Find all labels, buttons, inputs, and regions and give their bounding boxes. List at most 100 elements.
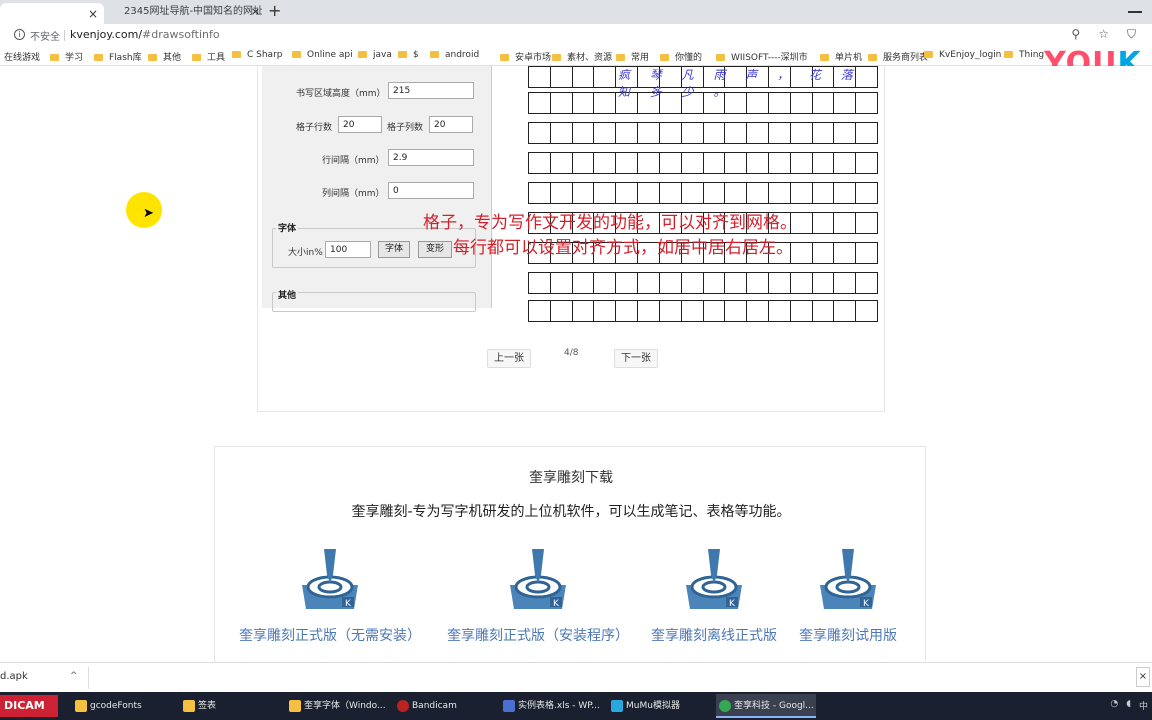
grid-cell xyxy=(615,301,637,321)
grid-cell xyxy=(746,273,768,293)
next-button[interactable]: 下一张 xyxy=(614,349,658,368)
engraver-icon[interactable]: K xyxy=(296,545,364,613)
folder-icon xyxy=(292,51,301,58)
grid-cell xyxy=(528,93,550,113)
taskbar-item[interactable]: MuMu模拟器 xyxy=(608,694,712,718)
download-link[interactable]: 奎享雕刻正式版（无需安装） xyxy=(239,625,421,645)
font-button[interactable]: 字体 xyxy=(378,241,410,258)
download-file-name[interactable]: d.apk xyxy=(0,671,28,682)
prev-button[interactable]: 上一张 xyxy=(487,349,531,368)
grid-cell xyxy=(615,153,637,173)
download-link[interactable]: 奎享雕刻正式版（安装程序） xyxy=(447,625,629,645)
taskbar-item-label: Bandicam xyxy=(412,701,457,711)
bookmark-item[interactable]: java xyxy=(358,50,392,60)
grid-cell xyxy=(637,273,659,293)
taskbar-item[interactable]: Bandicam xyxy=(394,694,496,718)
area-height-field[interactable]: 215 xyxy=(388,82,474,99)
bookmark-item[interactable]: 单片机 xyxy=(820,50,862,63)
bookmark-item[interactable]: 常用 xyxy=(616,50,649,63)
taskbar-item[interactable]: 签表 xyxy=(180,694,280,718)
minimize-icon[interactable] xyxy=(1128,11,1142,13)
download-item[interactable]: K 奎享雕刻正式版（无需安装） xyxy=(239,545,421,645)
grid-cell xyxy=(767,301,790,321)
chrome-icon xyxy=(719,700,731,712)
engraver-icon[interactable]: K xyxy=(504,545,572,613)
bookmark-item[interactable]: 学习 xyxy=(50,50,83,63)
network-icon[interactable]: ◔ xyxy=(1110,699,1118,712)
grid-row xyxy=(528,272,878,294)
download-section: 奎享雕刻下载 奎享雕刻-专为写字机研发的上位机软件，可以生成笔记、表格等功能。 … xyxy=(214,446,926,662)
grid-cell xyxy=(855,301,878,321)
grid-cell xyxy=(593,123,615,143)
grid-cell xyxy=(571,183,594,203)
tab-close-icon[interactable]: × xyxy=(251,3,260,21)
grid-cell xyxy=(593,183,615,203)
taskbar-item-active[interactable]: 奎享科技 - Googl... xyxy=(716,694,816,718)
grid-cell xyxy=(680,273,703,293)
grid-cell xyxy=(833,183,855,203)
tab-close-icon[interactable]: × xyxy=(88,7,98,21)
grid-cell xyxy=(615,273,637,293)
download-description: 奎享雕刻-专为写字机研发的上位机软件，可以生成笔记、表格等功能。 xyxy=(351,504,791,520)
bookmark-item[interactable]: 你懂的 xyxy=(660,50,702,63)
bookmark-item[interactable]: 安卓市场 xyxy=(500,50,551,63)
tab-active[interactable]: × xyxy=(0,3,104,24)
row-gap-field[interactable]: 2.9 xyxy=(388,149,474,166)
ime-indicator[interactable]: 中 xyxy=(1139,699,1148,712)
bookmark-label: 在线游戏 xyxy=(4,53,41,63)
download-item[interactable]: K 奎享雕刻正式版（安装程序） xyxy=(447,545,629,645)
zoom-icon[interactable]: ⚲ xyxy=(1071,27,1080,42)
bookmark-item[interactable]: 服务商列表 xyxy=(868,50,928,63)
bookmark-item[interactable]: C Sharp xyxy=(232,50,283,60)
bookmark-label: 单片机 xyxy=(835,53,863,63)
bookmark-item[interactable]: Thing xyxy=(1004,50,1044,60)
star-icon[interactable]: ☆ xyxy=(1098,27,1109,42)
bookmark-item[interactable]: android xyxy=(430,50,479,60)
grid-cell xyxy=(833,213,855,233)
new-tab-button[interactable]: + xyxy=(268,1,281,20)
address-bar[interactable]: i 不安全 kvenjoy.com/#drawsoftinfo ⚲ ☆ ⛉ xyxy=(0,24,1152,46)
download-link[interactable]: 奎享雕刻离线正式版 xyxy=(651,625,777,645)
grid-cell xyxy=(615,123,637,143)
download-item[interactable]: K 奎享雕刻试用版 xyxy=(799,545,897,645)
grid-cell xyxy=(549,93,572,113)
chevron-up-icon[interactable]: ^ xyxy=(70,671,78,681)
area-height-label: 书写区域高度（mm） xyxy=(296,89,386,99)
divider xyxy=(88,667,89,689)
size-field[interactable]: 100 xyxy=(325,241,371,258)
rows-field[interactable]: 20 xyxy=(338,116,382,133)
taskbar-item[interactable]: 奎享字体（Windo... xyxy=(286,694,390,718)
bookmark-item[interactable]: Flash库 xyxy=(94,50,142,63)
grid-cell xyxy=(549,273,572,293)
bookmark-item[interactable]: WIISOFT----深圳市 xyxy=(716,50,808,63)
grid-cell xyxy=(833,153,855,173)
grid-cell xyxy=(811,153,834,173)
url-fragment: #drawsoftinfo xyxy=(142,28,220,41)
tab-2345[interactable]: 2345网址导航-中国知名的网址 × xyxy=(110,3,262,24)
col-gap-field[interactable]: 0 xyxy=(388,182,474,199)
bookmark-item[interactable]: 素材、资源 xyxy=(552,50,612,63)
engraver-icon[interactable]: K xyxy=(814,545,882,613)
shield-icon[interactable]: ⛉ xyxy=(1127,27,1136,42)
address-actions: ⚲ ☆ ⛉ xyxy=(1071,27,1136,42)
close-icon[interactable]: × xyxy=(1136,667,1150,687)
cols-field[interactable]: 20 xyxy=(429,116,473,133)
url-text[interactable]: kvenjoy.com/#drawsoftinfo xyxy=(70,28,220,41)
volume-icon[interactable]: ◖ xyxy=(1126,699,1131,712)
grid-cell xyxy=(702,183,725,203)
bookmark-item[interactable]: Online api xyxy=(292,50,353,60)
transform-button[interactable]: 变形 xyxy=(418,241,452,258)
bookmark-item[interactable]: 在线游戏 xyxy=(4,50,40,63)
folder-icon xyxy=(183,700,195,712)
download-link[interactable]: 奎享雕刻试用版 xyxy=(799,625,897,645)
bookmark-item[interactable]: KvEnjoy_login xyxy=(924,50,1001,60)
info-icon[interactable]: i xyxy=(14,29,25,40)
grid-cell xyxy=(637,183,659,203)
download-item[interactable]: K 奎享雕刻离线正式版 xyxy=(651,545,777,645)
bookmark-item[interactable]: 其他 xyxy=(148,50,181,63)
bookmark-item[interactable]: 工具 xyxy=(192,50,225,63)
engraver-icon[interactable]: K xyxy=(680,545,748,613)
bandicam-logo[interactable]: DICAM xyxy=(0,695,58,717)
bookmark-item[interactable]: $ xyxy=(398,50,419,60)
taskbar-item[interactable]: 实例表格.xls - WP... xyxy=(500,694,604,718)
